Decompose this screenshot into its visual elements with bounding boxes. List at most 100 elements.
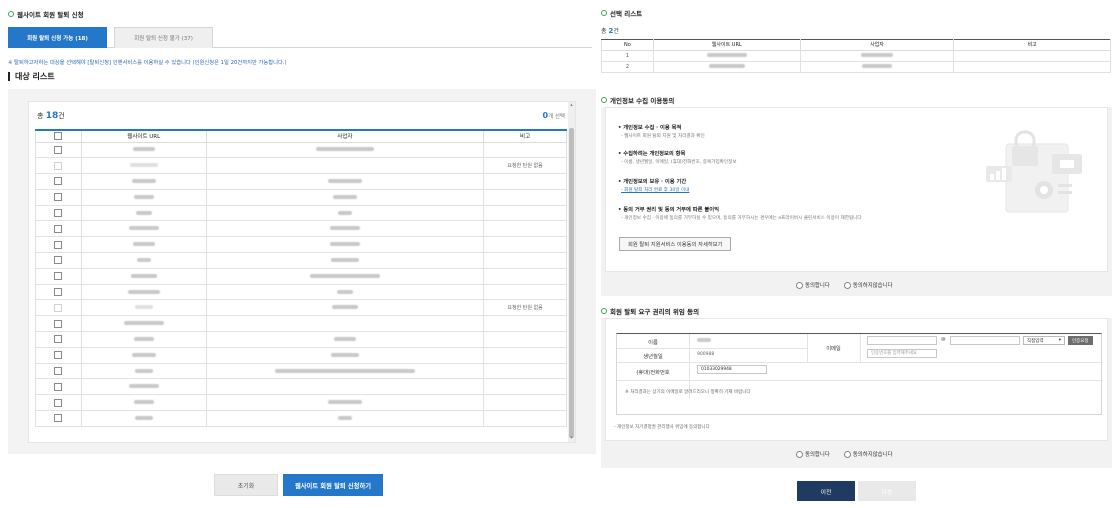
- row-select-cell: [35, 331, 82, 348]
- consent-detail-button[interactable]: 회원 탈퇴 지원서비스 이용동의 자세히보기: [619, 237, 732, 251]
- scroll-thumb[interactable]: [569, 128, 574, 438]
- cert-request-button[interactable]: 인증요청: [1068, 336, 1093, 345]
- row-url: [80, 315, 207, 333]
- row-url: [80, 157, 207, 175]
- section-bullet-icon: [8, 11, 14, 17]
- row-checkbox[interactable]: [54, 209, 63, 218]
- row-checkbox[interactable]: [54, 240, 63, 249]
- row-checkbox[interactable]: [54, 256, 63, 265]
- tab-unavailable[interactable]: 회원 탈퇴 신청 불가 (37): [114, 27, 213, 48]
- table-row: [35, 220, 567, 238]
- row-checkbox[interactable]: [54, 382, 63, 391]
- row-company: [205, 204, 485, 222]
- cert-code-input[interactable]: 인증번호를 입력해주세요: [867, 349, 937, 358]
- privacy-disagree-radio[interactable]: 동의하지않습니다: [843, 281, 893, 289]
- apply-withdrawal-button[interactable]: 웹사이트 회원 탈퇴 신청하기: [283, 474, 383, 496]
- row-checkbox[interactable]: [54, 351, 63, 360]
- row-url: [80, 346, 207, 364]
- row-company: [205, 362, 485, 380]
- row-checkbox[interactable]: [54, 272, 63, 281]
- radio-icon: [843, 281, 851, 289]
- radio-icon: [843, 450, 851, 458]
- table-row: [35, 346, 567, 364]
- email-domain-select[interactable]: 직접입력 ▾: [1023, 336, 1065, 345]
- claim-title: 회원 탈퇴 요구 권리의 위임 동의: [601, 306, 699, 316]
- row-company: [205, 346, 485, 364]
- row-note: [483, 394, 567, 412]
- row-checkbox[interactable]: [54, 335, 63, 344]
- table-header: 웹사이트 URL 사업자 비고: [35, 129, 567, 143]
- table-row: [35, 362, 567, 380]
- scroll-up-icon[interactable]: ▴: [568, 102, 575, 109]
- row-checkbox[interactable]: [54, 367, 63, 376]
- row-checkbox[interactable]: [54, 414, 63, 423]
- form-note: ※ 처리결과는 상기의 이메일로 알려드리오니 정확히 기재 바랍니다: [625, 390, 751, 395]
- prev-button[interactable]: 이전: [797, 481, 855, 501]
- select-all-checkbox[interactable]: [54, 132, 63, 141]
- row-checkbox[interactable]: [54, 145, 63, 154]
- scroll-down-icon[interactable]: ▾: [568, 435, 575, 442]
- domain-select-value: 직접입력: [1027, 338, 1044, 344]
- claim-panel: 이름 생년월일 900988 이메일 @ 직접입력 ▾ 인증요청 인증번호를 입력…: [601, 318, 1112, 468]
- table-row: 2: [601, 60, 1111, 73]
- claim-note: - 개인정보 자기결정권 관리행사 위임에 동의합니다: [614, 425, 710, 430]
- claim-form: 이름 생년월일 900988 이메일 @ 직접입력 ▾ 인증요청 인증번호를 입력…: [616, 333, 1103, 415]
- table-row: [35, 252, 567, 269]
- phone-input[interactable]: 01033029948: [697, 365, 767, 374]
- row-checkbox[interactable]: [54, 224, 63, 233]
- claim-disagree-radio[interactable]: 동의하지않습니다: [843, 450, 893, 458]
- row-note: 요청한 탄원 없음: [483, 157, 567, 175]
- row-checkbox[interactable]: [54, 193, 63, 202]
- row-select-cell: [35, 394, 82, 412]
- table-row: 요청한 탄원 없음: [35, 299, 567, 317]
- row-url: [80, 299, 207, 317]
- table-row: [35, 394, 567, 412]
- row-select-cell: [35, 267, 82, 285]
- items-desc: - 이름, 생년월일, 이메일, (휴대)전화번호, 중복가입확인정보: [621, 160, 737, 165]
- privacy-agree-radio[interactable]: 동의합니다: [796, 281, 830, 289]
- row-checkbox[interactable]: [54, 398, 63, 407]
- disagree-label: 동의하지않습니다: [852, 283, 893, 289]
- table-row: [35, 204, 567, 222]
- row-select-cell: [35, 362, 82, 380]
- count-value: 18: [45, 111, 59, 121]
- claim-agree-radio[interactable]: 동의합니다: [796, 450, 830, 458]
- email-domain-input[interactable]: [950, 336, 1020, 345]
- row-note: [483, 331, 567, 348]
- cert-code-placeholder: 인증번호를 입력해주세요: [871, 351, 917, 356]
- privacy-title-text: 개인정보 수집 이용동의: [610, 97, 675, 105]
- row-url: [80, 331, 207, 348]
- privacy-title: 개인정보 수집 이용동의: [601, 95, 674, 105]
- row-url: [652, 49, 801, 62]
- next-button[interactable]: 다음: [858, 481, 916, 501]
- row-note: [483, 378, 567, 396]
- row-select-cell: [35, 299, 82, 317]
- phone-value: 01033029948: [701, 367, 732, 372]
- col-url: 웹사이트 URL: [80, 129, 207, 143]
- list-scrollbar[interactable]: ▴ ▾: [568, 102, 575, 442]
- left-section-title: 웹사이트 회원 탈퇴 신청: [8, 9, 84, 19]
- selected-total-count: 총 2건: [601, 26, 619, 35]
- email-id-input[interactable]: [867, 336, 937, 345]
- row-company: [205, 331, 485, 348]
- row-url: [652, 60, 801, 73]
- row-url: [80, 141, 207, 159]
- table-row: [35, 283, 567, 301]
- reset-button[interactable]: 초기화: [214, 474, 278, 496]
- row-checkbox[interactable]: [54, 177, 63, 186]
- privacy-content: • 개인정보 수집 · 이용 목적 - 웹사이트 회원 탈퇴 지원 및 처리결과…: [605, 107, 1108, 272]
- row-url: [80, 236, 207, 254]
- row-url: [80, 362, 207, 380]
- row-url: [80, 283, 207, 301]
- row-checkbox[interactable]: [54, 288, 63, 297]
- row-checkbox[interactable]: [54, 319, 63, 328]
- tab-available[interactable]: 회원 탈퇴 신청 가능 (18): [8, 27, 107, 48]
- table-row: [35, 173, 567, 190]
- row-url: [80, 204, 207, 222]
- row-note: [953, 60, 1111, 73]
- row-select-cell: [35, 157, 82, 175]
- selected-count-suffix: 개 선택: [548, 114, 565, 120]
- table-row: 요청한 탄원 없음: [35, 157, 567, 175]
- row-note: [483, 141, 567, 159]
- row-select-cell: [35, 410, 82, 427]
